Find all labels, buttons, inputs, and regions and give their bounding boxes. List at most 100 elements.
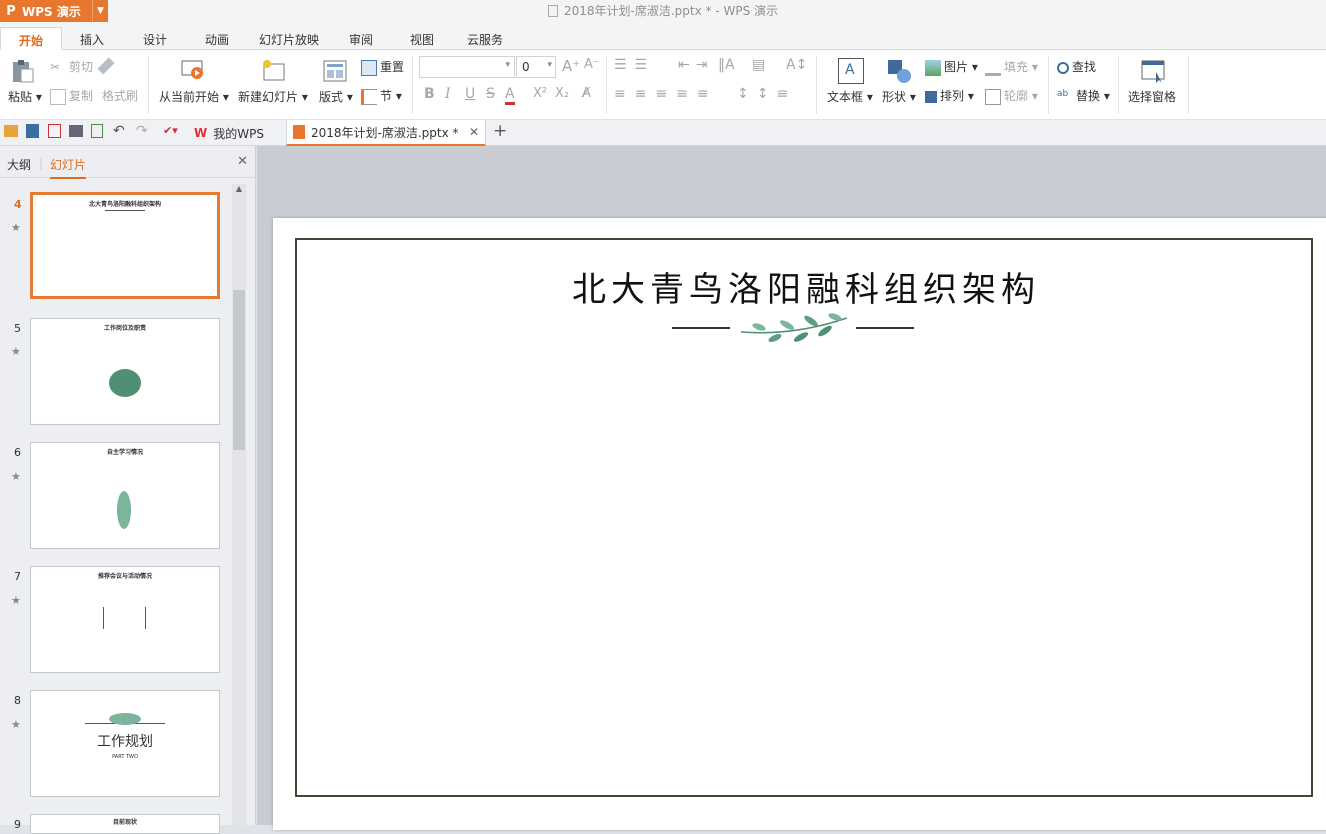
italic-button[interactable]: I — [445, 86, 451, 102]
slide-thumbnail-4[interactable]: 北大青鸟洛阳融科组织架构 — [30, 192, 220, 299]
slide-number: 7 — [14, 570, 21, 583]
bold-button[interactable]: B — [424, 86, 435, 102]
picture-icon — [925, 59, 941, 76]
slide-thumbnail-6[interactable]: 自主学习情况 — [30, 442, 220, 549]
print-preview-icon[interactable] — [91, 124, 103, 138]
animation-star-icon: ★ — [11, 345, 21, 358]
fill-button[interactable]: 填充 ▾ — [985, 58, 1038, 76]
text-case-icon[interactable]: A↕ — [786, 57, 807, 73]
clear-format-icon[interactable]: A̸ — [582, 86, 591, 101]
shrink-font-icon[interactable]: A⁻ — [584, 57, 600, 72]
title-rule-right — [856, 327, 914, 329]
font-size-select[interactable]: 0 ▾ — [516, 56, 556, 78]
undo-icon[interactable]: ↶ — [113, 123, 125, 139]
close-icon[interactable]: ✕ — [469, 125, 479, 139]
tab-home[interactable]: 开始 — [0, 27, 63, 51]
picture-button[interactable]: 图片 ▾ — [925, 58, 978, 76]
title-rule-left — [672, 327, 730, 329]
copy-button[interactable]: 复制 — [50, 87, 93, 105]
slide-number: 6 — [14, 446, 21, 459]
scissors-icon: ✂ — [50, 59, 61, 74]
divider — [105, 210, 145, 211]
subscript-icon[interactable]: X₂ — [555, 86, 569, 101]
scroll-thumb[interactable] — [233, 290, 245, 450]
print-icon[interactable] — [69, 125, 83, 137]
align-left-icon[interactable]: ≡≡≡≡≡ — [614, 86, 718, 102]
format-painter-icon[interactable] — [97, 57, 115, 75]
find-button[interactable]: 查找 — [1057, 58, 1096, 75]
selection-pane-button[interactable]: 选择窗格 — [1128, 88, 1176, 105]
format-painter-button[interactable]: 格式刷 — [102, 87, 138, 104]
animation-star-icon: ★ — [11, 221, 21, 234]
thumbnail-scrollbar[interactable]: ▲ — [232, 184, 246, 825]
animation-star-icon: ★ — [11, 470, 21, 483]
tab-review[interactable]: 审阅 — [349, 31, 373, 48]
scroll-up-icon[interactable]: ▲ — [232, 184, 246, 198]
tab-view[interactable]: 视图 — [410, 31, 434, 48]
slide-title[interactable]: 北大青鸟洛阳融科组织架构 — [297, 262, 1315, 311]
underline-button[interactable]: U — [465, 86, 475, 102]
paste-button[interactable]: 粘贴 ▾ — [8, 88, 42, 105]
ribbon-toolbar: 粘贴 ▾ ✂ 剪切 复制 格式刷 从当前开始 ▾ 新建幻灯片 ▾ 版式 ▾ 重置 … — [0, 50, 1326, 120]
strikethrough-button[interactable]: S — [486, 86, 495, 102]
leaf-branch-icon — [740, 313, 848, 343]
title-bar: P WPS 演示 ▼ 2018年计划-席淑洁.pptx * - WPS 演示 — [0, 0, 1326, 22]
superscript-icon[interactable]: X² — [533, 86, 547, 101]
tab-slideshow[interactable]: 幻灯片放映 — [259, 31, 319, 48]
layout-icon[interactable] — [322, 58, 348, 84]
text-box-icon[interactable]: A — [838, 58, 864, 84]
tab-outline[interactable]: 大纲 — [7, 156, 31, 173]
from-current-button[interactable]: 从当前开始 ▾ — [159, 88, 229, 105]
slide-canvas: 北大青鸟洛阳融科组织架构 — [257, 146, 1326, 830]
new-slide-button[interactable]: 新建幻灯片 ▾ — [238, 88, 308, 105]
tab-animation[interactable]: 动画 — [205, 31, 229, 48]
arrange-button[interactable]: 排列 ▾ — [925, 87, 974, 104]
tab-insert[interactable]: 插入 — [80, 31, 104, 48]
tab-cloud[interactable]: 云服务 — [467, 31, 503, 48]
text-direction-icon[interactable]: ‖A — [718, 57, 735, 73]
open-icon[interactable] — [4, 125, 18, 137]
leaf-image — [109, 713, 141, 725]
customize-qat-icon[interactable]: ✔▾ — [163, 124, 178, 137]
reset-button[interactable]: 重置 — [361, 58, 404, 76]
tab-current-document[interactable]: 2018年计划-席淑洁.pptx * ✕ — [286, 120, 486, 146]
paste-icon[interactable] — [10, 58, 36, 84]
layout-button[interactable]: 版式 ▾ — [319, 88, 353, 105]
bullet-list-icon[interactable]: ☰☰ — [614, 57, 655, 73]
tab-slides[interactable]: 幻灯片 — [50, 156, 87, 179]
replace-button[interactable]: ab 替换 ▾ — [1057, 87, 1110, 105]
slide-thumbnail-8[interactable]: 工作规划 PART TWO — [30, 690, 220, 797]
grow-font-icon[interactable]: A⁺ — [562, 57, 580, 75]
document-icon — [547, 5, 558, 17]
slide-thumbnail-5[interactable]: 工作岗位及职责 — [30, 318, 220, 425]
arrange-icon — [925, 90, 937, 103]
current-slide[interactable]: 北大青鸟洛阳融科组织架构 — [273, 218, 1326, 830]
section-button[interactable]: 节 ▾ — [361, 87, 402, 105]
save-icon[interactable] — [26, 124, 39, 138]
export-pdf-icon[interactable] — [48, 124, 61, 138]
cut-button[interactable]: ✂ 剪切 — [50, 58, 93, 76]
text-box-button[interactable]: 文本框 ▾ — [827, 88, 873, 105]
font-color-icon[interactable]: A — [505, 86, 515, 105]
font-name-select[interactable]: ▾ — [419, 56, 515, 78]
tab-my-wps[interactable]: W 我的WPS — [184, 120, 274, 146]
slide-border-frame: 北大青鸟洛阳融科组织架构 — [295, 238, 1313, 797]
play-from-current-icon[interactable] — [180, 58, 206, 84]
new-slide-icon[interactable] — [261, 58, 287, 84]
new-tab-icon[interactable]: + — [493, 121, 507, 141]
shapes-icon[interactable] — [886, 58, 912, 84]
outline-button[interactable]: 轮廓 ▾ — [985, 87, 1038, 105]
redo-icon[interactable]: ↷ — [136, 123, 148, 139]
ribbon-tabs: 开始 插入 设计 动画 幻灯片放映 审阅 视图 云服务 — [0, 22, 1326, 51]
line-spacing-icon[interactable]: ↕↕≡ — [737, 86, 796, 102]
columns-icon[interactable]: ▤ — [752, 57, 765, 73]
indent-icon[interactable]: ⇤⇥ — [678, 57, 713, 73]
search-icon — [1057, 61, 1069, 74]
slide-number: 8 — [14, 694, 21, 707]
selection-pane-icon[interactable] — [1140, 58, 1166, 84]
tab-design[interactable]: 设计 — [143, 31, 167, 48]
slide-thumbnail-9[interactable]: 目前现状 — [30, 814, 220, 834]
close-panel-icon[interactable]: ✕ — [237, 154, 248, 169]
slide-thumbnail-7[interactable]: 推荐会议与活动情况 — [30, 566, 220, 673]
shape-button[interactable]: 形状 ▾ — [882, 88, 916, 105]
